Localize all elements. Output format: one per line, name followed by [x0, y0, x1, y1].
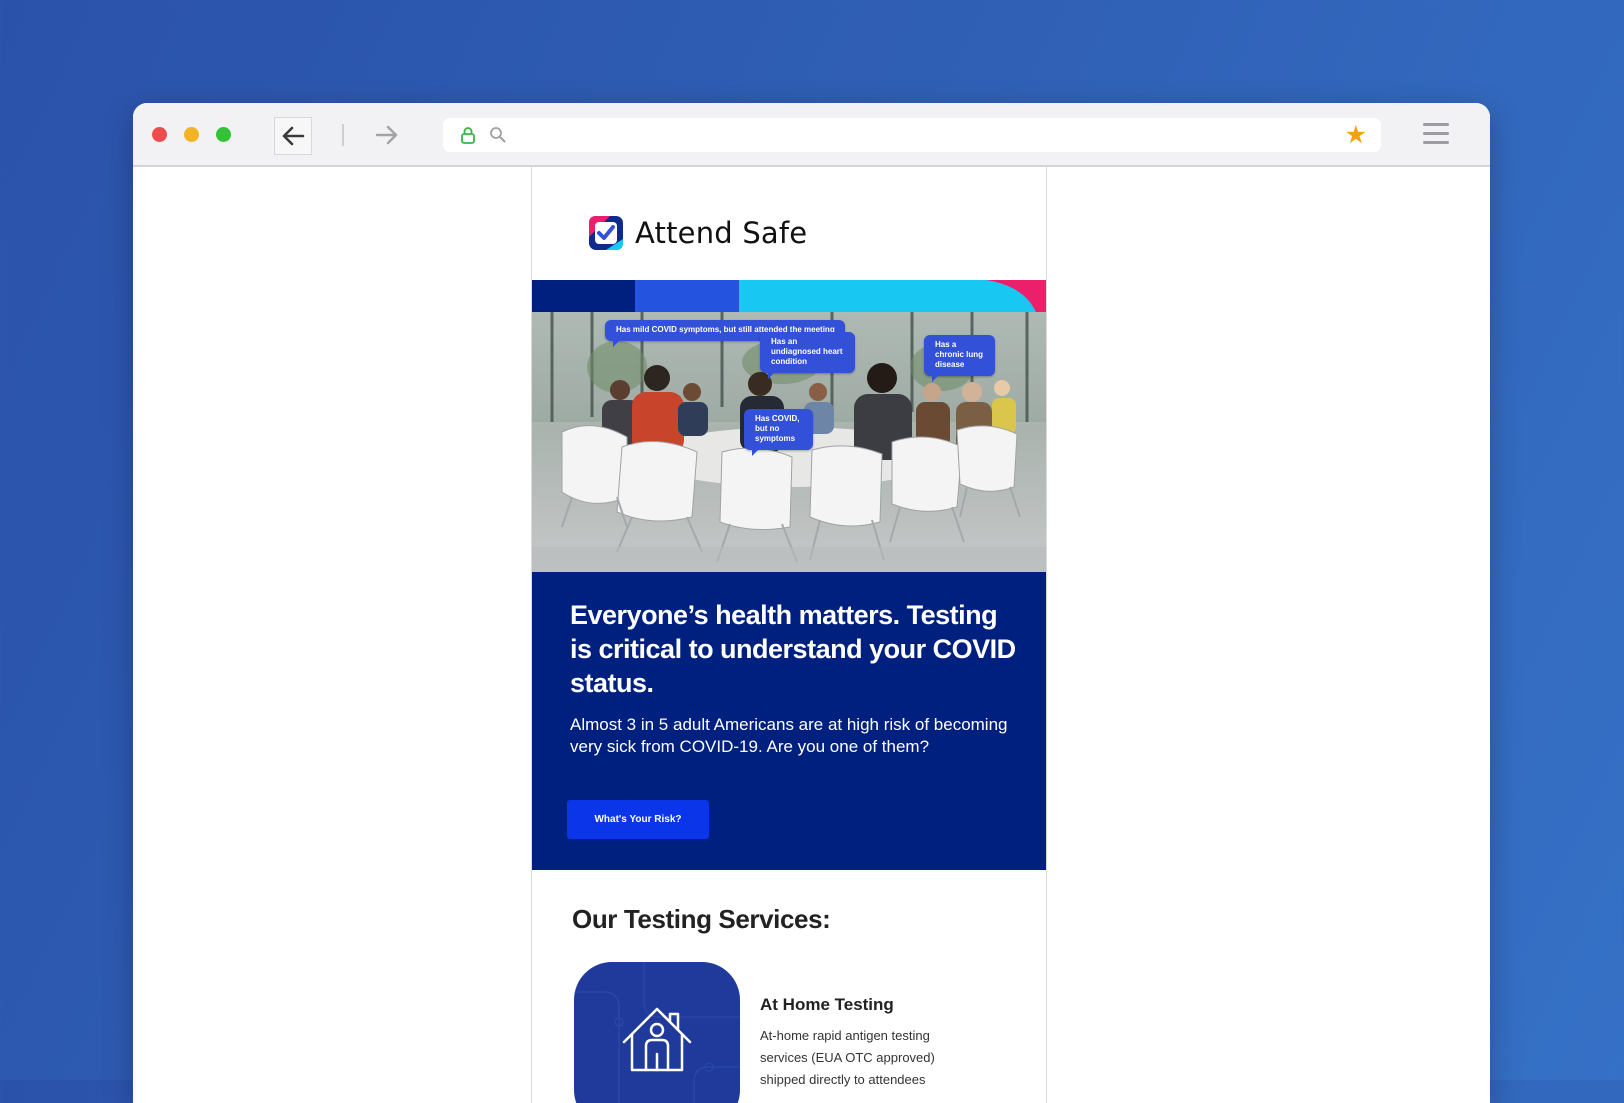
close-window-button[interactable] — [152, 127, 167, 142]
search-icon — [489, 126, 506, 148]
brand-name: Attend Safe — [635, 216, 808, 250]
hero-stripe-navy — [532, 280, 635, 312]
browser-toolbar: ★ — [133, 103, 1490, 167]
browser-window: ★ Attend Safe Has mild COVID symptoms, b… — [133, 103, 1490, 1103]
brand-logo[interactable]: Attend Safe — [588, 215, 807, 251]
speech-bubble: Has COVID, but no symptoms — [744, 409, 813, 456]
email-content: Attend Safe Has mild COVID symptoms, but… — [531, 167, 1047, 1103]
browser-menu-button[interactable] — [1423, 123, 1451, 147]
hero-message-block: Everyone’s health matters. Testing is cr… — [532, 572, 1046, 870]
service-description: At-home rapid antigen testing services (… — [760, 1028, 935, 1087]
bookmark-star-icon[interactable]: ★ — [1345, 121, 1367, 149]
arrow-left-icon — [282, 126, 305, 146]
nav-separator — [342, 124, 344, 146]
hamburger-icon — [1423, 123, 1449, 126]
lock-icon — [460, 126, 476, 149]
hero-stripe-blue — [635, 280, 739, 312]
maximize-window-button[interactable] — [216, 127, 231, 142]
speech-bubble: Has a chronic lung disease — [924, 335, 995, 382]
service-icon-tile — [574, 962, 740, 1103]
subtext: Almost 3 in 5 adult Americans are at hig… — [570, 715, 1008, 756]
minimize-window-button[interactable] — [184, 127, 199, 142]
url-input[interactable] — [515, 123, 1319, 149]
speech-bubble: Has an undiagnosed heart condition — [760, 332, 855, 379]
service-heading: At Home Testing — [760, 995, 894, 1014]
whats-your-risk-button[interactable]: What's Your Risk? — [567, 800, 709, 839]
house-person-icon — [574, 962, 740, 1103]
forward-button[interactable] — [369, 117, 405, 153]
hero-stripe-magenta — [986, 280, 1046, 312]
attend-safe-logo-icon — [589, 216, 623, 250]
hero-image: Has mild COVID symptoms, but still atten… — [532, 280, 1046, 572]
back-button[interactable] — [274, 117, 312, 155]
arrow-right-icon — [375, 125, 398, 145]
address-bar[interactable]: ★ — [443, 118, 1381, 152]
headline: Everyone’s health matters. Testing is cr… — [570, 600, 1016, 698]
services-title: Our Testing Services: — [572, 904, 831, 934]
